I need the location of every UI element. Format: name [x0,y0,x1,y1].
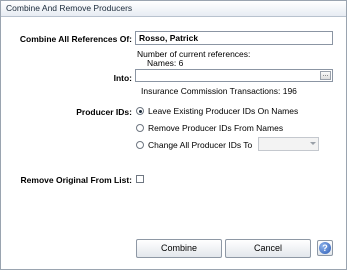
remove-original-label: Remove Original From List: [20,175,132,185]
radio-leave-existing[interactable] [136,107,144,115]
combine-button[interactable]: Combine [136,239,222,258]
radio-remove-ids[interactable] [136,124,144,132]
into-label: Into: [113,73,132,83]
into-field[interactable]: ... [135,69,333,82]
cancel-button[interactable]: Cancel [225,239,311,258]
change-to-select[interactable] [258,137,319,151]
ellipsis-icon[interactable]: ... [320,71,331,80]
radio-change-ids-label[interactable]: Change All Producer IDs To [148,140,252,150]
chevron-down-icon [310,142,316,145]
dialog-window: Combine And Remove Producers Combine All… [0,0,347,270]
window-title: Combine And Remove Producers [6,3,133,13]
remove-original-checkbox[interactable] [136,175,144,183]
producer-ids-label: Producer IDs: [76,107,132,117]
combine-label: Combine All References Of: [19,34,132,44]
radio-leave-existing-label[interactable]: Leave Existing Producer IDs On Names [148,106,298,116]
radio-change-ids[interactable] [136,141,144,149]
radio-remove-ids-label[interactable]: Remove Producer IDs From Names [148,123,283,133]
combine-field[interactable]: Rosso, Patrick [135,31,333,45]
help-button[interactable]: ? [317,240,333,256]
title-bar: Combine And Remove Producers [1,1,346,17]
combine-value: Rosso, Patrick [139,33,199,43]
names-count: Names: 6 [147,58,184,68]
transactions-text: Insurance Commission Transactions: 196 [141,86,297,96]
help-icon: ? [319,242,331,254]
